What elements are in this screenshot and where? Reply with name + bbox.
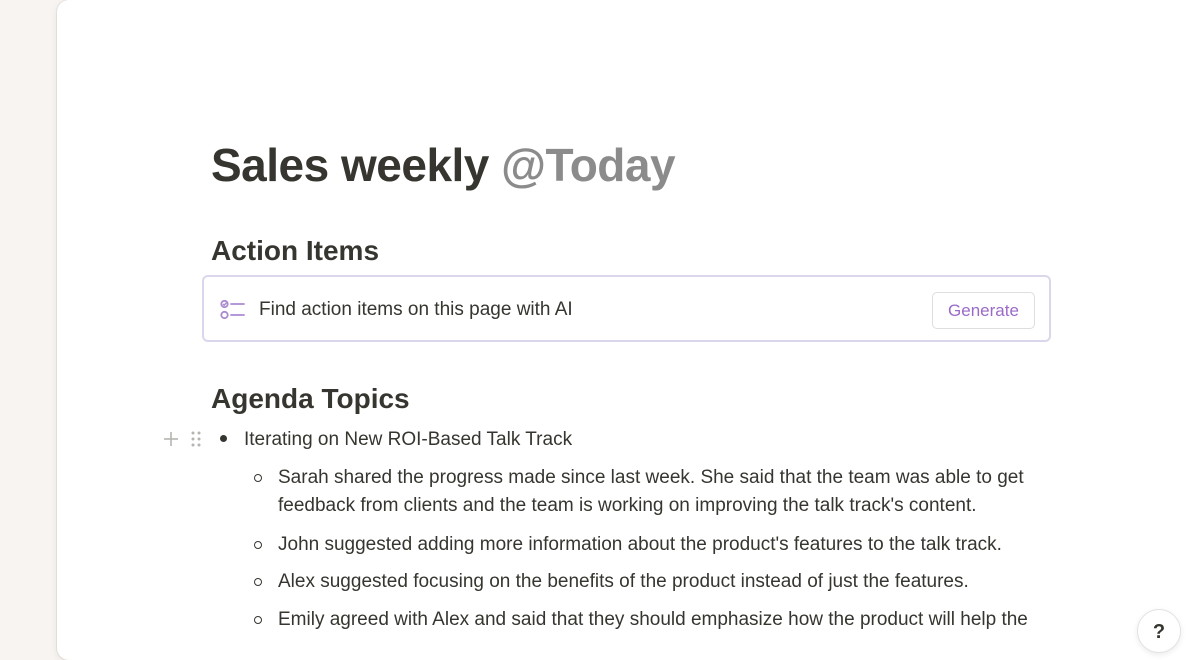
help-button[interactable]: ? xyxy=(1137,609,1181,653)
action-items-heading: Action Items xyxy=(211,235,380,266)
drag-handle-icon[interactable] xyxy=(190,430,202,448)
page-title-text: Sales weekly xyxy=(211,139,489,191)
sub-bullet-icon xyxy=(254,578,262,586)
help-label: ? xyxy=(1152,621,1166,643)
sub-list-item[interactable]: Alex suggested focusing on the benefits … xyxy=(278,568,1068,596)
ai-prompt-text: Find action items on this page with AI xyxy=(259,299,573,320)
bullet-icon xyxy=(220,435,227,442)
sub-bullet-icon xyxy=(254,474,262,482)
list-item[interactable]: Iterating on New ROI-Based Talk Track xyxy=(244,428,572,452)
sub-list-item[interactable]: John suggested adding more information a… xyxy=(278,531,1068,559)
sub-list-item[interactable]: Sarah shared the progress made since las… xyxy=(278,464,1068,520)
generate-button[interactable]: Generate xyxy=(932,292,1035,329)
page-title[interactable]: Sales weekly @Today xyxy=(211,136,676,194)
sub-bullet-icon xyxy=(254,616,262,624)
date-mention[interactable]: @Today xyxy=(501,139,675,191)
sub-bullet-icon xyxy=(254,541,262,549)
checklist-icon xyxy=(220,299,245,320)
add-block-icon[interactable] xyxy=(162,430,180,448)
ai-action-items-block[interactable]: Find action items on this page with AI G… xyxy=(202,275,1051,342)
agenda-topics-heading: Agenda Topics xyxy=(211,383,410,414)
